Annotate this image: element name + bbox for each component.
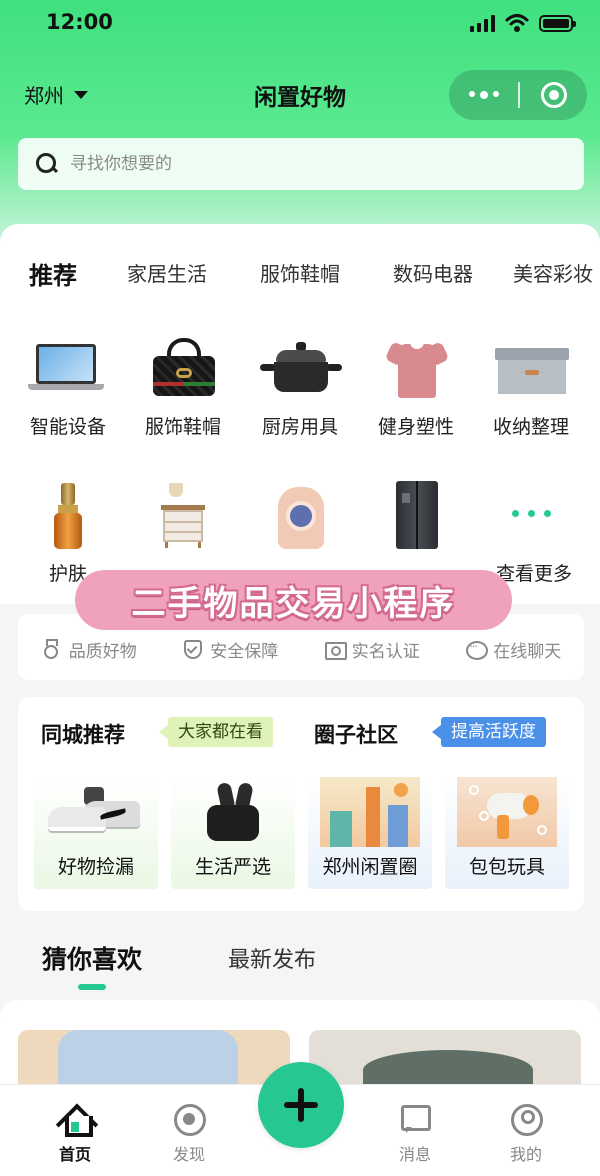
tab-beauty[interactable]: 美容彩妆 xyxy=(513,258,593,287)
guarantee-quality: 品质好物 xyxy=(41,637,137,662)
search-icon xyxy=(36,153,58,175)
overlay-banner-text: 二手物品交易小程序 xyxy=(131,583,456,624)
refrigerator-icon xyxy=(376,477,456,549)
feed-card[interactable] xyxy=(18,1030,290,1090)
tab-me[interactable]: 我的 xyxy=(481,1103,571,1165)
storage-box-icon xyxy=(491,330,571,402)
category-fitness[interactable]: 健身塑性 xyxy=(361,330,471,439)
laptop-icon xyxy=(28,330,108,402)
category-tabs: 推荐 家居生活 服饰鞋帽 数码电器 美容彩妆 xyxy=(0,258,600,298)
category-label: 收纳整理 xyxy=(492,416,569,438)
tab-label: 发现 xyxy=(172,1145,205,1164)
wifi-icon xyxy=(505,14,529,32)
tile-bargain[interactable]: 好物捡漏 xyxy=(34,777,158,889)
discover-icon xyxy=(173,1103,206,1136)
bubble-gun-image xyxy=(457,777,557,847)
category-storage[interactable]: 收纳整理 xyxy=(476,330,586,439)
tile-zhengzhou-circle[interactable]: 郑州闲置圈 xyxy=(308,777,432,889)
local-recommend-title[interactable]: 同城推荐 xyxy=(41,719,125,749)
home-icon xyxy=(59,1103,93,1137)
shield-icon xyxy=(182,639,203,659)
guarantee-verified: 实名认证 xyxy=(324,637,420,662)
category-label: 厨房用具 xyxy=(261,416,338,438)
tab-home[interactable]: 首页 xyxy=(30,1103,120,1165)
cooking-pot-icon xyxy=(260,330,342,402)
category-label: 智能设备 xyxy=(29,416,106,438)
tab-label: 消息 xyxy=(398,1145,431,1164)
category-apparel[interactable]: 服饰鞋帽 xyxy=(128,330,238,439)
category-kitchen[interactable]: 厨房用具 xyxy=(245,330,355,439)
tile-label: 生活严选 xyxy=(194,856,271,878)
signal-icon xyxy=(470,15,495,32)
plus-icon xyxy=(284,1088,318,1122)
overlay-banner: 二手物品交易小程序 xyxy=(75,570,512,630)
tab-home-living[interactable]: 家居生活 xyxy=(127,258,207,287)
user-icon xyxy=(510,1103,543,1136)
serum-bottle-icon xyxy=(28,477,108,549)
category-appliances[interactable] xyxy=(361,477,471,549)
more-dots-icon[interactable] xyxy=(449,91,518,99)
miniprogram-capsule xyxy=(449,70,587,120)
feed-card[interactable] xyxy=(309,1030,581,1090)
feed-tab-latest[interactable]: 最新发布 xyxy=(228,942,316,974)
feed-tab-guess[interactable]: 猜你喜欢 xyxy=(42,940,142,976)
tile-bags-toys[interactable]: 包包玩具 xyxy=(445,777,569,889)
bedside-cabinet-icon xyxy=(143,477,223,549)
t-shirt-icon xyxy=(376,330,456,402)
status-bar: 12:00 xyxy=(0,0,600,52)
tab-label: 我的 xyxy=(509,1145,542,1164)
battery-icon xyxy=(539,15,576,32)
pet-backpack-icon xyxy=(260,477,340,549)
target-icon[interactable] xyxy=(520,82,587,108)
tab-apparel[interactable]: 服饰鞋帽 xyxy=(260,258,340,287)
category-label: 服饰鞋帽 xyxy=(144,416,221,438)
tab-digital[interactable]: 数码电器 xyxy=(393,258,473,287)
local-recommend-badge: 大家都在看 xyxy=(159,717,273,747)
feed-tab-indicator xyxy=(78,984,106,990)
medal-icon xyxy=(41,639,61,659)
tile-label: 包包玩具 xyxy=(468,856,545,878)
tile-label: 好物捡漏 xyxy=(57,856,134,878)
message-icon xyxy=(399,1103,431,1135)
id-card-icon xyxy=(324,639,347,660)
tab-discover[interactable]: 发现 xyxy=(144,1103,234,1165)
more-dots-icon xyxy=(491,477,571,549)
tile-selection[interactable]: 生活严选 xyxy=(171,777,295,889)
community-badge: 提高活跃度 xyxy=(432,717,546,747)
tile-label: 郑州闲置圈 xyxy=(322,856,418,878)
publish-button[interactable] xyxy=(258,1062,344,1148)
search-bar[interactable] xyxy=(18,138,584,190)
tab-recommend[interactable]: 推荐 xyxy=(29,258,77,291)
category-label: 健身塑性 xyxy=(377,416,454,438)
category-smart-devices[interactable]: 智能设备 xyxy=(13,330,123,439)
category-view-more[interactable]: 查看更多 xyxy=(476,477,586,586)
tab-messages[interactable]: 消息 xyxy=(370,1103,460,1165)
city-illustration-image xyxy=(320,777,420,847)
guarantee-chat: 在线聊天 xyxy=(465,637,561,662)
earbuds-image xyxy=(205,781,265,843)
recommend-card: 同城推荐 大家都在看 圈子社区 提高活跃度 好物捡漏 生活严选 郑州闲置圈 包包… xyxy=(18,697,584,911)
category-pets[interactable] xyxy=(245,477,355,549)
sneaker-image xyxy=(48,787,144,843)
chat-icon xyxy=(465,639,489,660)
category-furniture[interactable] xyxy=(128,477,238,549)
community-title[interactable]: 圈子社区 xyxy=(314,719,398,749)
handbag-icon xyxy=(143,330,223,402)
guarantee-safety: 安全保障 xyxy=(182,637,278,662)
search-input[interactable] xyxy=(70,154,550,174)
status-time: 12:00 xyxy=(46,10,113,34)
